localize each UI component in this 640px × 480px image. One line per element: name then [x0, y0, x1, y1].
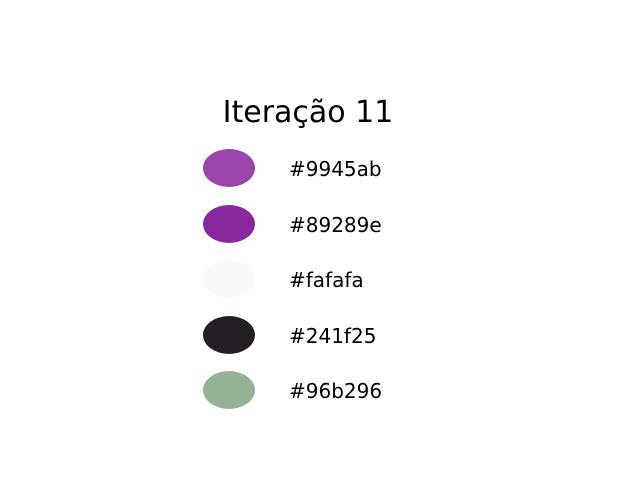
- color-swatch: [203, 260, 255, 298]
- swatch-hex-label: #96b296: [289, 379, 383, 403]
- swatch-hex-label: #fafafa: [289, 268, 364, 292]
- palette-title: Iteração 11: [222, 95, 394, 130]
- swatch-row: #89289e: [203, 204, 443, 261]
- color-swatch: [203, 149, 255, 187]
- swatch-row: #fafafa: [203, 260, 443, 316]
- swatch-row: #241f25: [203, 315, 443, 372]
- swatch-hex-label: #89289e: [289, 212, 382, 237]
- color-swatch: [203, 315, 255, 354]
- palette-canvas: Iteração 11 #9945ab #89289e #fafafa #241…: [0, 0, 640, 480]
- swatch-row: #96b296: [203, 371, 443, 427]
- swatch-list: #9945ab #89289e #fafafa #241f25 #96b296: [203, 149, 443, 427]
- swatch-hex-label: #9945ab: [289, 157, 382, 181]
- color-swatch: [203, 371, 255, 409]
- color-swatch: [203, 204, 255, 243]
- swatch-row: #9945ab: [203, 149, 443, 205]
- swatch-hex-label: #241f25: [289, 323, 377, 348]
